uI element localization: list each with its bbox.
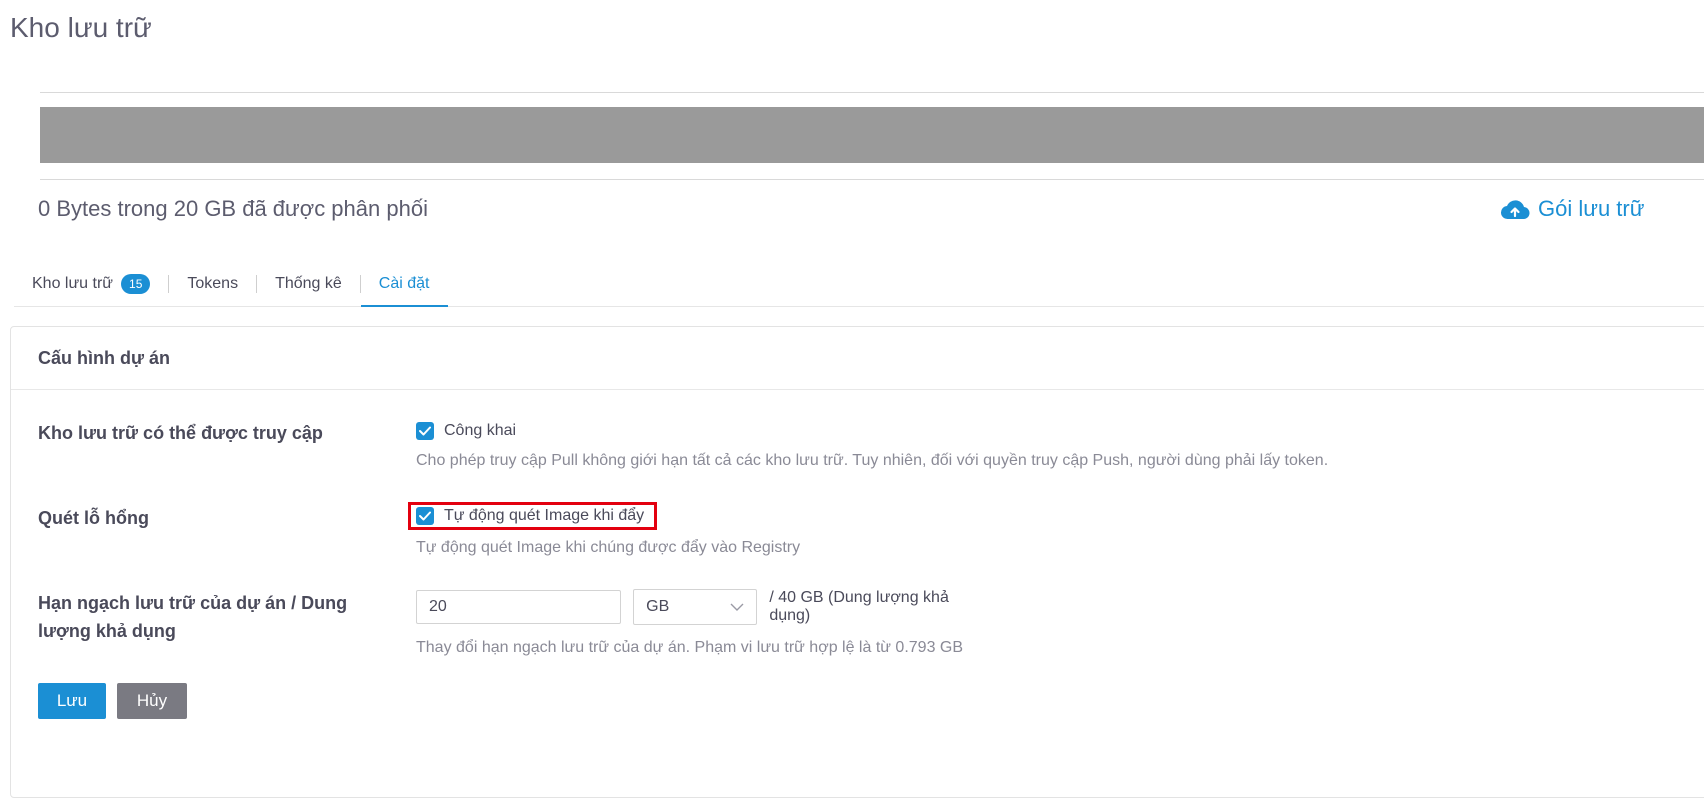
tab-statistics[interactable]: Thống kê <box>257 262 360 306</box>
divider <box>40 179 1704 180</box>
storage-usage-meter <box>40 92 1704 180</box>
tab-settings[interactable]: Cài đặt <box>360 262 448 307</box>
cloud-upload-icon <box>1500 198 1530 220</box>
public-checkbox-label: Công khai <box>444 422 517 439</box>
quota-value-input[interactable]: 20 <box>416 590 622 624</box>
scan-help-text: Tự động quét Image khi chúng được đẩy và… <box>416 539 801 556</box>
auto-scan-checkbox[interactable] <box>416 507 434 525</box>
cancel-button[interactable]: Hủy <box>117 683 187 719</box>
usage-summary: 0 Bytes trong 20 GB đã được phân phối <box>38 196 428 221</box>
quota-help-text: Thay đổi hạn ngạch lưu trữ của dự án. Ph… <box>416 639 964 656</box>
access-label: Kho lưu trữ có thể được truy cập <box>38 423 323 443</box>
auto-scan-checkbox-label: Tự động quét Image khi đẩy <box>444 507 645 524</box>
divider <box>40 92 1704 93</box>
public-checkbox-row[interactable]: Công khai <box>416 422 1328 440</box>
quota-label: Hạn ngạch lưu trữ của dự án / Dung lượng… <box>38 593 348 641</box>
usage-bar <box>40 107 1704 163</box>
quota-inputs: 20 GB / 40 GB (Dung lượng khả dụng) <box>416 589 963 625</box>
count-badge: 15 <box>121 274 151 294</box>
available-capacity-text: / 40 GB (Dung lượng khả dụng) <box>769 589 949 624</box>
page-title: Kho lưu trữ <box>10 12 152 43</box>
scan-label: Quét lỗ hổng <box>38 508 149 528</box>
tab-bar: Kho lưu trữ 15 Tokens Thống kê Cài đặt <box>14 262 1704 307</box>
scan-control: Tự động quét Image khi đẩy Tự động quét … <box>408 502 801 557</box>
storage-pack-label: Gói lưu trữ <box>1538 196 1645 221</box>
save-button[interactable]: Lưu <box>38 683 106 719</box>
tab-repositories[interactable]: Kho lưu trữ 15 <box>14 262 168 306</box>
tab-label: Thống kê <box>275 275 342 292</box>
quota-unit-select[interactable]: GB <box>633 589 758 625</box>
tab-tokens[interactable]: Tokens <box>169 262 256 306</box>
auto-scan-checkbox-row[interactable]: Tự động quét Image khi đẩy <box>408 502 658 530</box>
project-config-panel: Cấu hình dự án Kho lưu trữ có thể được t… <box>10 326 1704 798</box>
quota-unit-value: GB <box>646 598 670 615</box>
quota-control: 20 GB / 40 GB (Dung lượng khả dụng) Thay… <box>416 589 963 657</box>
tab-label: Cài đặt <box>378 274 430 292</box>
storage-pack-link[interactable]: Gói lưu trữ <box>1500 196 1644 222</box>
tab-label: Tokens <box>187 275 239 292</box>
public-checkbox[interactable] <box>416 422 434 440</box>
access-control: Công khai Cho phép truy cập Pull không g… <box>416 422 1328 470</box>
panel-title: Cấu hình dự án <box>11 327 1704 390</box>
tab-label: Kho lưu trữ <box>32 275 114 292</box>
chevron-down-icon <box>730 598 744 616</box>
access-help-text: Cho phép truy cập Pull không giới hạn tấ… <box>416 452 1329 469</box>
